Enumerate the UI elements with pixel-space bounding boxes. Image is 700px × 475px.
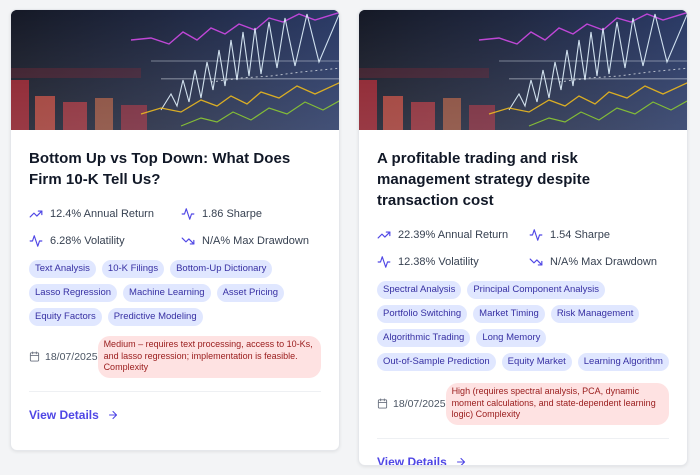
metrics-grid: 12.4% Annual Return 1.86 Sharpe 6.28% Vo… [29,206,321,248]
metric-volatility: 12.38% Volatility [377,254,529,269]
arrow-right-icon [455,456,467,465]
metric-sharpe: 1.54 Sharpe [529,227,679,242]
tag: Algorithmic Trading [377,329,471,347]
view-details-link[interactable]: View Details [377,454,467,466]
metric-volatility-text: 6.28% Volatility [50,234,125,247]
tag: Learning Algorithm [577,353,669,371]
tag: Text Analysis [29,260,96,278]
card-footer: View Details [29,392,321,438]
metric-annual-return: 12.4% Annual Return [29,206,181,221]
tag-list: Text Analysis 10-K Filings Bottom-Up Dic… [29,260,321,326]
card-hero-image [359,10,687,130]
tag: 10-K Filings [101,260,165,278]
tag: Lasso Regression [29,284,118,302]
trending-down-icon [529,255,543,269]
metric-annual-return-text: 22.39% Annual Return [398,228,509,241]
complexity-badge: High (requires spectral analysis, PCA, d… [445,383,669,425]
metric-sharpe-text: 1.54 Sharpe [550,228,610,241]
metrics-grid: 22.39% Annual Return 1.54 Sharpe 12.38% … [377,227,669,269]
metric-max-drawdown-text: N/A% Max Drawdown [550,255,657,268]
date-text: 18/07/2025 [393,397,446,410]
metric-annual-return-text: 12.4% Annual Return [50,207,154,220]
date-text: 18/07/2025 [45,350,98,363]
metric-max-drawdown: N/A% Max Drawdown [181,233,331,248]
tag: Risk Management [550,305,640,323]
trending-down-icon [181,234,195,248]
activity-icon [529,228,543,242]
tag: Principal Component Analysis [467,281,606,299]
card-meta: 18/07/2025 High (requires spectral analy… [377,383,669,425]
tag: Market Timing [473,305,545,323]
metric-max-drawdown-text: N/A% Max Drawdown [202,234,309,247]
tag: Spectral Analysis [377,281,462,299]
tag: Bottom-Up Dictionary [170,260,273,278]
card-hero-image [11,10,339,130]
tag: Portfolio Switching [377,305,468,323]
tag: Out-of-Sample Prediction [377,353,496,371]
strategy-card: Bottom Up vs Top Down: What Does Firm 10… [10,9,340,451]
tag: Equity Market [501,353,572,371]
metric-volatility: 6.28% Volatility [29,233,181,248]
metric-sharpe: 1.86 Sharpe [181,206,331,221]
metric-annual-return: 22.39% Annual Return [377,227,529,242]
view-details-label: View Details [29,407,99,422]
card-meta: 18/07/2025 Medium – requires text proces… [29,336,321,378]
metric-volatility-text: 12.38% Volatility [398,255,479,268]
calendar-icon [29,351,40,362]
tag: Long Memory [476,329,547,347]
activity-icon [29,234,43,248]
arrow-right-icon [107,409,119,421]
tag: Equity Factors [29,308,102,326]
complexity-badge: Medium – requires text processing, acces… [97,336,321,378]
calendar-icon [377,398,388,409]
activity-icon [181,207,195,221]
view-details-link[interactable]: View Details [29,408,119,422]
trending-up-icon [29,207,43,221]
tag: Predictive Modeling [107,308,203,326]
trending-up-icon [377,228,391,242]
view-details-label: View Details [377,454,447,466]
strategy-card: A profitable trading and risk management… [358,9,688,466]
date-display: 18/07/2025 [377,398,446,410]
activity-icon [377,255,391,269]
tag: Machine Learning [123,284,211,302]
card-title: A profitable trading and risk management… [377,150,591,209]
card-title: Bottom Up vs Top Down: What Does Firm 10… [29,150,291,188]
tag: Asset Pricing [216,284,285,302]
date-display: 18/07/2025 [29,351,98,363]
metric-sharpe-text: 1.86 Sharpe [202,207,262,220]
metric-max-drawdown: N/A% Max Drawdown [529,254,679,269]
tag-list: Spectral Analysis Principal Component An… [377,281,669,371]
card-footer: View Details [377,439,669,466]
